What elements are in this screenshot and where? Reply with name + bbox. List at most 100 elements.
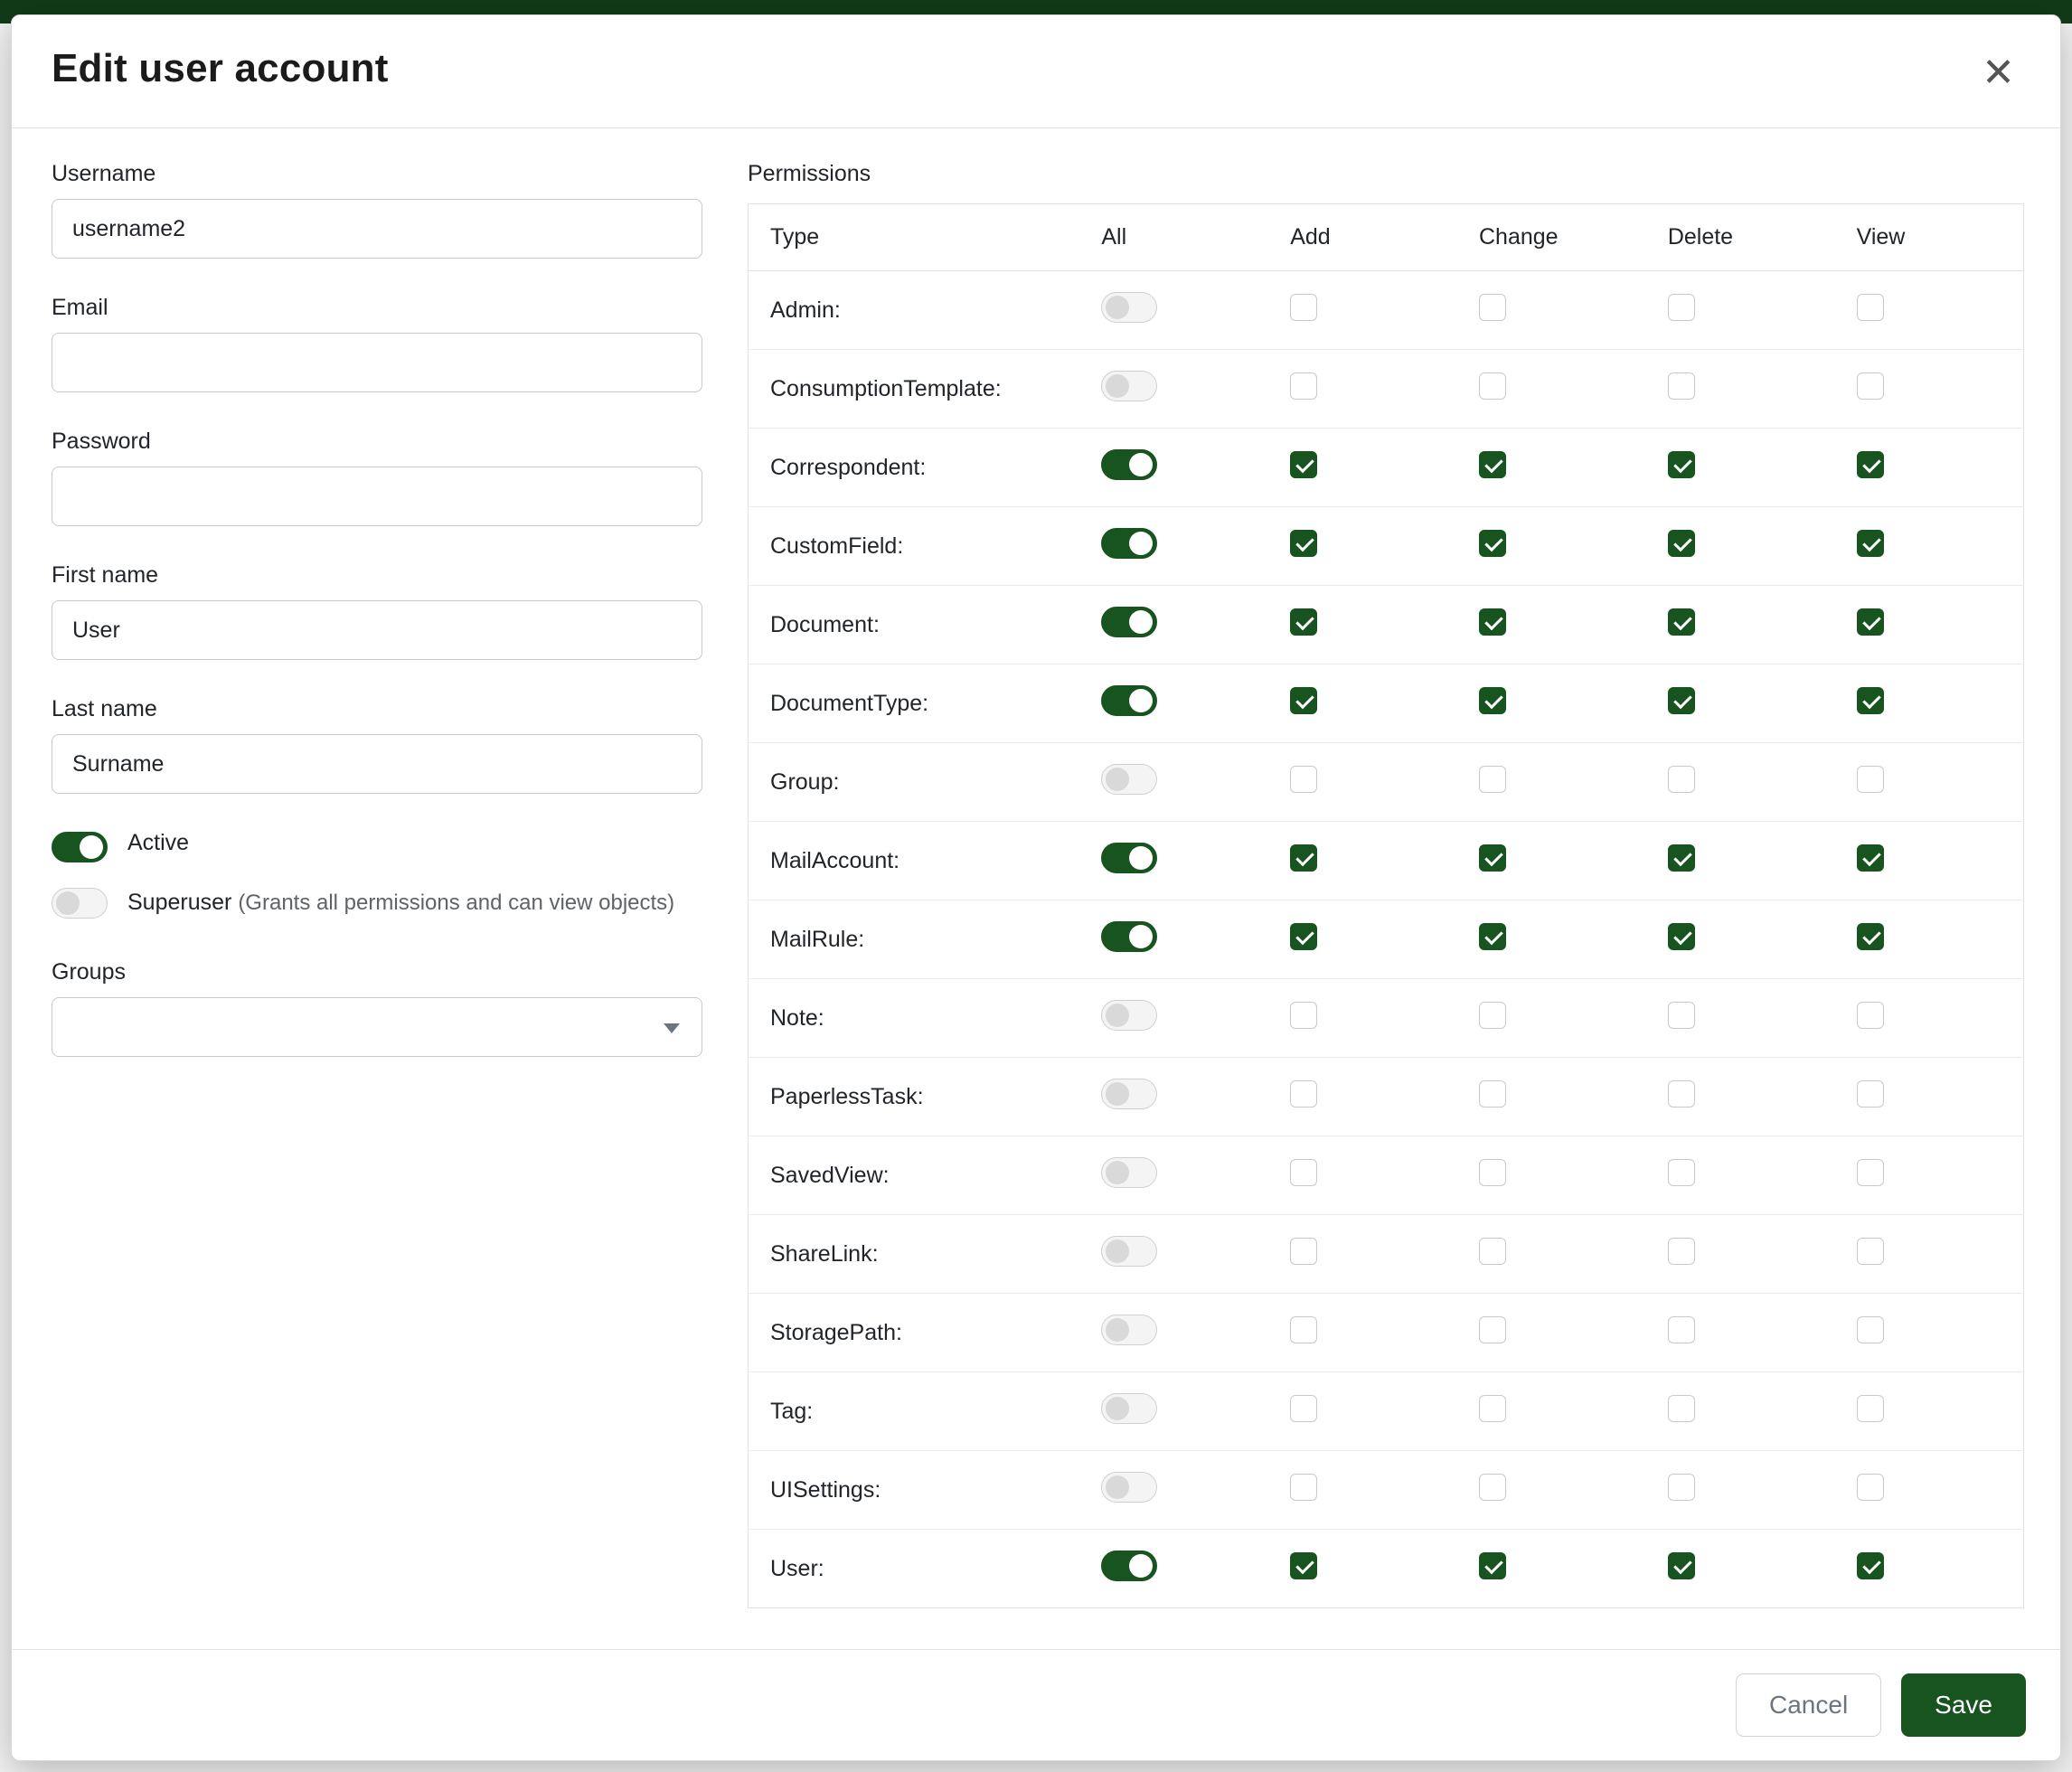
permission-all-toggle[interactable] — [1101, 607, 1157, 637]
permission-view-checkbox[interactable] — [1857, 1159, 1884, 1186]
cancel-button[interactable]: Cancel — [1736, 1673, 1881, 1737]
permission-delete-checkbox[interactable] — [1668, 1159, 1695, 1186]
permission-type: User: — [749, 1530, 1080, 1608]
permission-all-toggle[interactable] — [1101, 843, 1157, 873]
permission-delete-checkbox[interactable] — [1668, 372, 1695, 400]
permission-all-toggle[interactable] — [1101, 1079, 1157, 1109]
permission-add-checkbox[interactable] — [1290, 530, 1317, 557]
save-button[interactable]: Save — [1901, 1673, 2026, 1737]
email-field[interactable] — [52, 333, 702, 392]
table-row: MailAccount: — [749, 822, 2024, 900]
permission-change-checkbox[interactable] — [1479, 923, 1506, 950]
permission-view-checkbox[interactable] — [1857, 1552, 1884, 1579]
permission-delete-checkbox[interactable] — [1668, 608, 1695, 636]
active-toggle[interactable] — [52, 832, 108, 862]
permission-change-checkbox[interactable] — [1479, 1395, 1506, 1422]
permission-add-checkbox[interactable] — [1290, 294, 1317, 321]
username-input[interactable] — [52, 199, 702, 259]
permission-all-toggle[interactable] — [1101, 292, 1157, 323]
permission-change-checkbox[interactable] — [1479, 294, 1506, 321]
permission-all-toggle[interactable] — [1101, 1000, 1157, 1031]
permission-all-toggle[interactable] — [1101, 371, 1157, 401]
permission-delete-checkbox[interactable] — [1668, 923, 1695, 950]
permission-change-checkbox[interactable] — [1479, 1002, 1506, 1029]
permission-add-checkbox[interactable] — [1290, 687, 1317, 714]
permission-add-checkbox[interactable] — [1290, 766, 1317, 793]
permission-change-checkbox[interactable] — [1479, 451, 1506, 478]
permission-change-checkbox[interactable] — [1479, 530, 1506, 557]
permission-all-toggle[interactable] — [1101, 764, 1157, 795]
permission-view-checkbox[interactable] — [1857, 1002, 1884, 1029]
permission-change-checkbox[interactable] — [1479, 1080, 1506, 1108]
permission-view-checkbox[interactable] — [1857, 844, 1884, 872]
permission-all-toggle[interactable] — [1101, 528, 1157, 559]
permission-add-checkbox[interactable] — [1290, 451, 1317, 478]
last-name-field[interactable] — [52, 734, 702, 794]
permission-all-toggle[interactable] — [1101, 449, 1157, 480]
permission-add-checkbox[interactable] — [1290, 608, 1317, 636]
permission-view-checkbox[interactable] — [1857, 1395, 1884, 1422]
permission-all-toggle[interactable] — [1101, 1236, 1157, 1267]
permission-add-checkbox[interactable] — [1290, 1395, 1317, 1422]
permission-view-checkbox[interactable] — [1857, 608, 1884, 636]
permission-delete-checkbox[interactable] — [1668, 451, 1695, 478]
permission-delete-checkbox[interactable] — [1668, 1474, 1695, 1501]
permission-change-checkbox[interactable] — [1479, 687, 1506, 714]
permission-add-checkbox[interactable] — [1290, 1002, 1317, 1029]
groups-select[interactable] — [52, 997, 702, 1057]
permission-delete-checkbox[interactable] — [1668, 844, 1695, 872]
permission-delete-checkbox[interactable] — [1668, 1002, 1695, 1029]
permission-delete-checkbox[interactable] — [1668, 1316, 1695, 1343]
permission-add-checkbox[interactable] — [1290, 923, 1317, 950]
permission-view-checkbox[interactable] — [1857, 1080, 1884, 1108]
permission-delete-checkbox[interactable] — [1668, 1552, 1695, 1579]
permission-delete-checkbox[interactable] — [1668, 294, 1695, 321]
permission-delete-checkbox[interactable] — [1668, 1238, 1695, 1265]
first-name-field[interactable] — [52, 600, 702, 660]
superuser-toggle[interactable] — [52, 888, 108, 919]
permission-view-checkbox[interactable] — [1857, 294, 1884, 321]
permission-delete-checkbox[interactable] — [1668, 1395, 1695, 1422]
permission-add-checkbox[interactable] — [1290, 1474, 1317, 1501]
permission-change-checkbox[interactable] — [1479, 372, 1506, 400]
permission-change-checkbox[interactable] — [1479, 1159, 1506, 1186]
permission-view-checkbox[interactable] — [1857, 923, 1884, 950]
permission-delete-checkbox[interactable] — [1668, 530, 1695, 557]
permission-view-checkbox[interactable] — [1857, 1316, 1884, 1343]
permission-change-checkbox[interactable] — [1479, 766, 1506, 793]
permission-add-checkbox[interactable] — [1290, 1238, 1317, 1265]
edit-user-account-modal: Edit user account ✕ Username Email Passw… — [11, 14, 2061, 1761]
permission-change-checkbox[interactable] — [1479, 1552, 1506, 1579]
permission-change-checkbox[interactable] — [1479, 1238, 1506, 1265]
permission-view-checkbox[interactable] — [1857, 1238, 1884, 1265]
permission-delete-checkbox[interactable] — [1668, 687, 1695, 714]
table-row: Tag: — [749, 1372, 2024, 1451]
permission-view-checkbox[interactable] — [1857, 530, 1884, 557]
permission-change-checkbox[interactable] — [1479, 608, 1506, 636]
permission-change-checkbox[interactable] — [1479, 1474, 1506, 1501]
permission-change-checkbox[interactable] — [1479, 1316, 1506, 1343]
permission-add-checkbox[interactable] — [1290, 844, 1317, 872]
permission-view-checkbox[interactable] — [1857, 372, 1884, 400]
permission-view-checkbox[interactable] — [1857, 451, 1884, 478]
permission-all-toggle[interactable] — [1101, 921, 1157, 952]
permission-all-toggle[interactable] — [1101, 685, 1157, 716]
permission-view-checkbox[interactable] — [1857, 687, 1884, 714]
permission-view-checkbox[interactable] — [1857, 1474, 1884, 1501]
permission-all-toggle[interactable] — [1101, 1472, 1157, 1503]
permission-all-toggle[interactable] — [1101, 1315, 1157, 1345]
permission-add-checkbox[interactable] — [1290, 1316, 1317, 1343]
permission-delete-checkbox[interactable] — [1668, 1080, 1695, 1108]
permission-add-checkbox[interactable] — [1290, 1080, 1317, 1108]
close-icon[interactable]: ✕ — [1976, 46, 2020, 100]
permission-delete-checkbox[interactable] — [1668, 766, 1695, 793]
password-field[interactable] — [52, 467, 702, 526]
permission-all-toggle[interactable] — [1101, 1550, 1157, 1581]
permission-change-checkbox[interactable] — [1479, 844, 1506, 872]
permission-add-checkbox[interactable] — [1290, 1552, 1317, 1579]
permission-add-checkbox[interactable] — [1290, 372, 1317, 400]
permission-add-checkbox[interactable] — [1290, 1159, 1317, 1186]
permission-all-toggle[interactable] — [1101, 1157, 1157, 1188]
permission-all-toggle[interactable] — [1101, 1393, 1157, 1424]
permission-view-checkbox[interactable] — [1857, 766, 1884, 793]
